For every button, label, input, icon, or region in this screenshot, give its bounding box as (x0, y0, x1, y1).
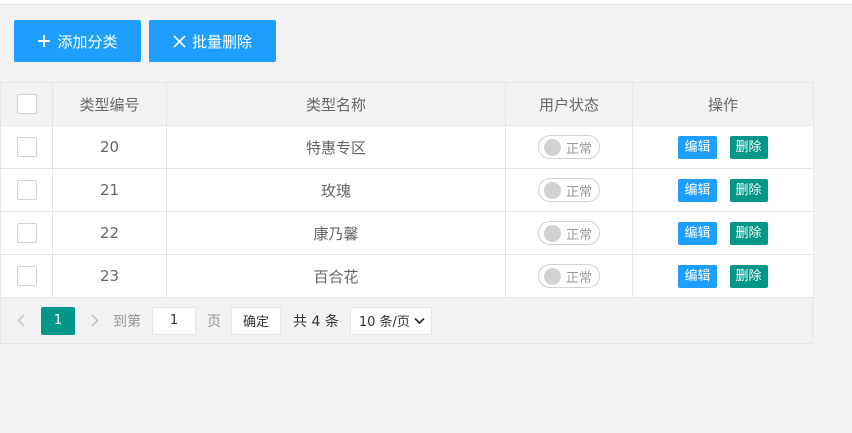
page-size-value: 10 条/页 (358, 315, 410, 330)
pagination: 1 到第 页 确定 共 4 条 10 条/页 (0, 298, 813, 344)
row-checkbox-cell (0, 125, 53, 169)
close-icon (173, 34, 186, 48)
chevron-right-icon (91, 314, 99, 327)
row-checkbox-cell (0, 168, 53, 212)
add-category-button[interactable]: 添加分类 (14, 20, 141, 62)
batch-delete-label: 批量删除 (191, 32, 252, 51)
cell-type-name: 康乃馨 (166, 211, 506, 255)
switch-label: 正常 (566, 184, 593, 200)
goto-confirm-button[interactable]: 确定 (231, 306, 282, 335)
cell-type-id: 20 (52, 125, 167, 169)
table-row: 23 百合花 正常 编辑 删除 (0, 254, 814, 298)
cell-actions: 编辑 删除 (632, 211, 814, 255)
table-header-row: 类型编号 类型名称 用户状态 操作 (0, 82, 814, 126)
category-table: 类型编号 类型名称 用户状态 操作 20 特惠专区 正常 编辑 删除 21 玫瑰… (0, 82, 814, 298)
cell-type-id: 22 (52, 211, 167, 255)
row-checkbox-cell (0, 211, 53, 255)
cell-status: 正常 (505, 125, 633, 169)
cell-actions: 编辑 删除 (632, 125, 814, 169)
status-switch[interactable]: 正常 (538, 221, 600, 245)
edit-button[interactable]: 编辑 (678, 135, 717, 159)
switch-knob (544, 181, 561, 199)
header-type-name: 类型名称 (166, 82, 506, 126)
cell-status: 正常 (505, 168, 633, 212)
delete-button[interactable]: 删除 (729, 178, 768, 202)
edit-button[interactable]: 编辑 (678, 178, 717, 202)
toolbar: 添加分类 批量删除 (14, 20, 276, 62)
goto-label: 到第 (113, 313, 141, 330)
batch-delete-button[interactable]: 批量删除 (149, 20, 276, 62)
cell-type-name: 百合花 (166, 254, 506, 298)
cell-status: 正常 (505, 254, 633, 298)
table-row: 21 玫瑰 正常 编辑 删除 (0, 168, 814, 212)
header-user-status: 用户状态 (505, 82, 633, 126)
plus-icon (37, 34, 51, 48)
top-strip (0, 0, 852, 5)
switch-knob (544, 224, 561, 242)
select-all-checkbox[interactable] (16, 94, 37, 114)
total-count: 共 4 条 (293, 313, 339, 330)
status-switch[interactable]: 正常 (538, 178, 600, 202)
switch-label: 正常 (566, 227, 593, 243)
row-checkbox[interactable] (16, 180, 37, 200)
header-actions: 操作 (632, 82, 814, 126)
add-category-label: 添加分类 (57, 32, 118, 51)
cell-actions: 编辑 删除 (632, 168, 814, 212)
cell-type-name: 特惠专区 (166, 125, 506, 169)
status-switch[interactable]: 正常 (538, 135, 600, 159)
page-size-select[interactable]: 10 条/页 (349, 306, 432, 335)
prev-page-button[interactable] (13, 314, 29, 327)
switch-knob (544, 267, 561, 285)
next-page-button[interactable] (87, 314, 103, 327)
page-unit-label: 页 (207, 313, 221, 330)
goto-page-input[interactable] (152, 306, 196, 335)
category-table-container: 类型编号 类型名称 用户状态 操作 20 特惠专区 正常 编辑 删除 21 玫瑰… (0, 82, 814, 344)
table-row: 22 康乃馨 正常 编辑 删除 (0, 211, 814, 255)
delete-button[interactable]: 删除 (729, 135, 768, 159)
cell-type-id: 23 (52, 254, 167, 298)
chevron-down-icon (414, 317, 425, 324)
cell-type-id: 21 (52, 168, 167, 212)
select-all-cell (0, 82, 53, 126)
cell-status: 正常 (505, 211, 633, 255)
row-checkbox[interactable] (16, 223, 37, 243)
chevron-left-icon (17, 314, 25, 327)
edit-button[interactable]: 编辑 (678, 264, 717, 288)
cell-actions: 编辑 删除 (632, 254, 814, 298)
delete-button[interactable]: 删除 (729, 221, 768, 245)
switch-label: 正常 (566, 141, 593, 157)
delete-button[interactable]: 删除 (729, 264, 768, 288)
cell-type-name: 玫瑰 (166, 168, 506, 212)
header-type-id: 类型编号 (52, 82, 167, 126)
status-switch[interactable]: 正常 (538, 264, 600, 288)
current-page[interactable]: 1 (41, 306, 75, 335)
edit-button[interactable]: 编辑 (678, 221, 717, 245)
row-checkbox[interactable] (16, 266, 37, 286)
table-row: 20 特惠专区 正常 编辑 删除 (0, 125, 814, 169)
row-checkbox[interactable] (16, 137, 37, 157)
switch-label: 正常 (566, 270, 593, 286)
switch-knob (544, 138, 561, 156)
row-checkbox-cell (0, 254, 53, 298)
